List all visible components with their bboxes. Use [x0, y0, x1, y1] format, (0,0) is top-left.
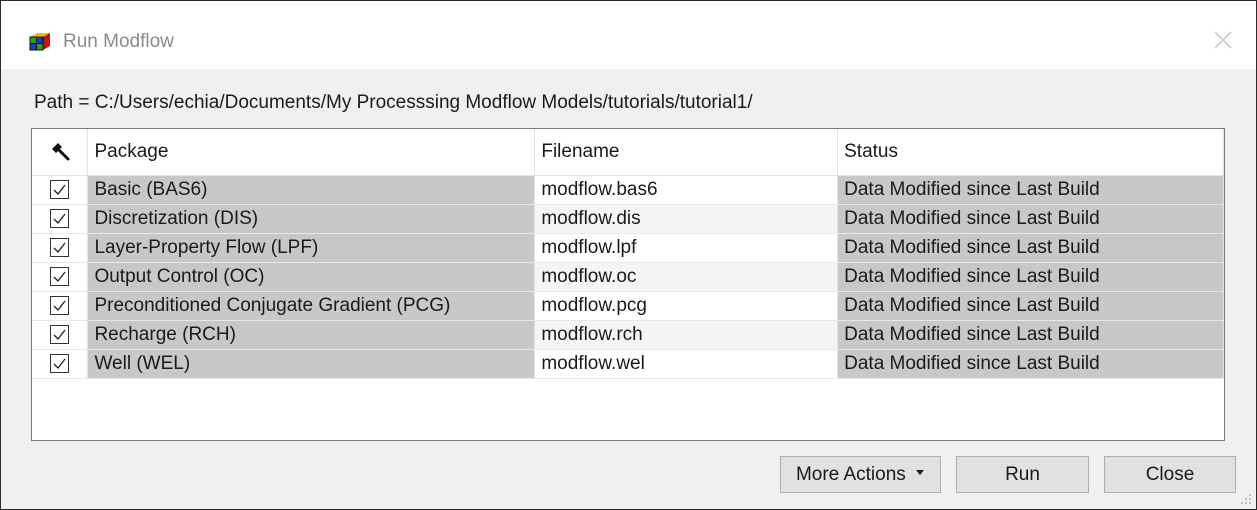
table-header-row: Package Filename Status [32, 129, 1224, 176]
filename-cell[interactable]: modflow.rch [534, 320, 839, 350]
table-row[interactable]: Well (WEL) modflow.wel Data Modified sin… [32, 349, 1224, 379]
status-column-header[interactable]: Status [837, 129, 1224, 176]
row-checkbox-cell [32, 291, 89, 321]
path-label: Path = C:/Users/echia/Documents/My Proce… [34, 92, 753, 113]
row-checkbox[interactable] [50, 325, 70, 345]
package-column-header[interactable]: Package [87, 129, 536, 176]
package-cell: Layer-Property Flow (LPF) [87, 233, 536, 263]
row-checkbox-cell [32, 175, 89, 205]
package-cell: Output Control (OC) [87, 262, 536, 292]
table-row[interactable]: Basic (BAS6) modflow.bas6 Data Modified … [32, 175, 1224, 205]
row-checkbox[interactable] [50, 296, 70, 316]
status-cell: Data Modified since Last Build [837, 262, 1224, 292]
row-checkbox[interactable] [50, 209, 70, 229]
build-hammer-icon [51, 142, 70, 161]
status-cell: Data Modified since Last Build [837, 349, 1224, 379]
packages-table: Package Filename Status Basic (BAS6) mod… [31, 128, 1225, 441]
status-cell: Data Modified since Last Build [837, 320, 1224, 350]
dropdown-triangle-icon [916, 469, 925, 475]
row-checkbox-cell [32, 262, 89, 292]
table-row[interactable]: Discretization (DIS) modflow.dis Data Mo… [32, 204, 1224, 234]
run-modflow-dialog: Run Modflow Path = C:/Users/echia/Docume… [0, 0, 1257, 510]
row-checkbox-cell [32, 233, 89, 263]
package-cell: Recharge (RCH) [87, 320, 536, 350]
filename-cell[interactable]: modflow.bas6 [534, 175, 839, 205]
filename-cell[interactable]: modflow.dis [534, 204, 839, 234]
filename-column-header[interactable]: Filename [534, 129, 839, 176]
row-checkbox[interactable] [50, 354, 70, 374]
build-column-header[interactable] [32, 129, 89, 176]
table-row[interactable]: Recharge (RCH) modflow.rch Data Modified… [32, 320, 1224, 350]
run-button[interactable]: Run [956, 456, 1089, 493]
close-button[interactable]: Close [1104, 456, 1236, 493]
row-checkbox[interactable] [50, 267, 70, 287]
table-row[interactable]: Preconditioned Conjugate Gradient (PCG) … [32, 291, 1224, 321]
table-row[interactable]: Output Control (OC) modflow.oc Data Modi… [32, 262, 1224, 292]
row-checkbox-cell [32, 349, 89, 379]
filename-cell[interactable]: modflow.wel [534, 349, 839, 379]
status-cell: Data Modified since Last Build [837, 175, 1224, 205]
status-cell: Data Modified since Last Build [837, 204, 1224, 234]
modflow-app-icon [29, 33, 50, 51]
filename-cell[interactable]: modflow.oc [534, 262, 839, 292]
resize-grip-icon[interactable] [1240, 493, 1252, 505]
status-cell: Data Modified since Last Build [837, 291, 1224, 321]
row-checkbox[interactable] [50, 180, 70, 200]
more-actions-label: More Actions [795, 464, 906, 485]
filename-cell[interactable]: modflow.pcg [534, 291, 839, 321]
title-bar: Run Modflow [1, 1, 1256, 69]
filename-cell[interactable]: modflow.lpf [534, 233, 839, 263]
row-checkbox-cell [32, 204, 89, 234]
row-checkbox-cell [32, 320, 89, 350]
package-cell: Well (WEL) [87, 349, 536, 379]
close-icon[interactable] [1212, 29, 1234, 51]
package-cell: Basic (BAS6) [87, 175, 536, 205]
package-cell: Preconditioned Conjugate Gradient (PCG) [87, 291, 536, 321]
row-checkbox[interactable] [50, 238, 70, 258]
window-title: Run Modflow [63, 31, 174, 52]
more-actions-button[interactable]: More Actions [780, 456, 941, 493]
status-cell: Data Modified since Last Build [837, 233, 1224, 263]
table-row[interactable]: Layer-Property Flow (LPF) modflow.lpf Da… [32, 233, 1224, 263]
package-cell: Discretization (DIS) [87, 204, 536, 234]
